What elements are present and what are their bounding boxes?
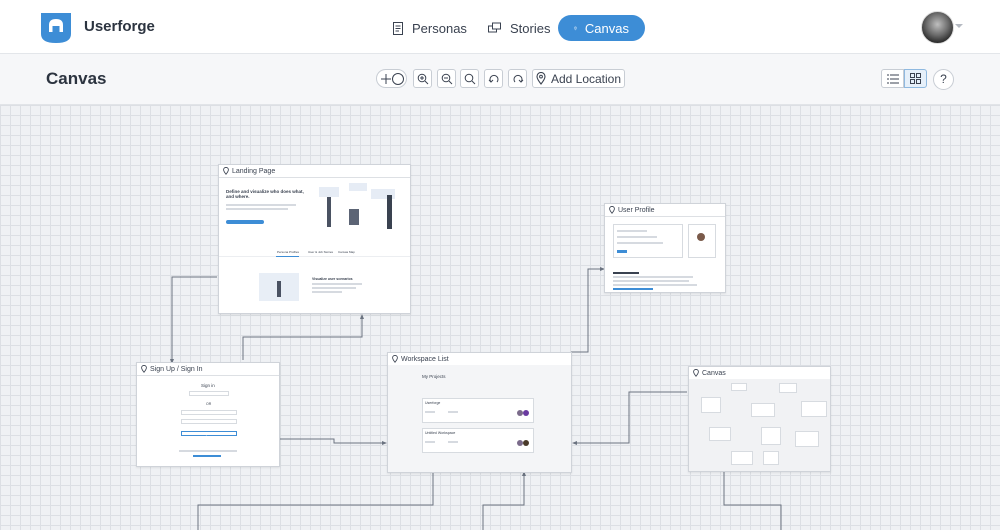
workspace-list-preview: My Projects Userforge Untitled Workspace	[388, 365, 571, 472]
zoom-out-icon	[441, 73, 452, 84]
top-navigation: Userforge Personas Stories Canvas	[0, 0, 1000, 54]
zoom-in-button[interactable]	[413, 69, 432, 88]
zoom-fit-button[interactable]	[460, 69, 479, 88]
help-button[interactable]: ?	[933, 69, 954, 90]
nav-stories[interactable]: Stories	[488, 15, 550, 41]
project-name-1: Userforge	[425, 401, 441, 405]
app-name: Userforge	[84, 18, 155, 35]
add-location-button[interactable]: Add Location	[532, 69, 625, 88]
document-icon	[393, 21, 403, 35]
sign-up-preview: Sign in OR Sign In	[137, 375, 279, 466]
canvas-card[interactable]: Canvas	[688, 366, 831, 472]
sign-in-button-label: Sign In	[203, 431, 213, 436]
my-projects-heading: My Projects	[422, 374, 446, 379]
location-pin-icon	[609, 206, 615, 214]
user-profile-preview	[605, 216, 725, 292]
nav-canvas[interactable]: Canvas	[558, 15, 645, 41]
card-title: User Profile	[618, 206, 655, 214]
zoom-slider[interactable]	[376, 69, 407, 88]
zoom-in-icon	[417, 73, 428, 84]
landing-page-card[interactable]: Landing Page Define and visualize who do…	[218, 164, 411, 314]
landing-feature-text: Visualize user scenarios	[312, 277, 353, 281]
location-pin-icon	[693, 369, 699, 377]
workspace-list-card[interactable]: Workspace List My Projects Userforge Unt…	[387, 352, 572, 473]
list-icon	[886, 74, 899, 83]
landing-headline: Define and visualize who does what, and …	[226, 189, 304, 199]
user-avatar[interactable]	[921, 11, 954, 44]
landing-tab-3: Canvas Map	[338, 250, 355, 254]
page-title: Canvas	[46, 69, 107, 88]
undo-button[interactable]	[484, 69, 503, 88]
grid-icon	[910, 73, 921, 84]
card-title: Landing Page	[232, 167, 276, 175]
or-divider: OR	[206, 402, 212, 406]
add-location-label: Add Location	[550, 71, 622, 86]
canvas-grid[interactable]: Landing Page Define and visualize who do…	[0, 105, 1000, 530]
nav-canvas-label: Canvas	[584, 20, 629, 36]
card-title: Canvas	[702, 369, 726, 377]
search-icon	[464, 73, 475, 84]
nav-personas-label: Personas	[412, 20, 467, 36]
landing-tab-1: Persona Profiles	[277, 250, 300, 254]
sign-in-heading: Sign in	[201, 383, 215, 388]
zoom-out-button[interactable]	[437, 69, 456, 88]
redo-button[interactable]	[508, 69, 527, 88]
canvas-toolbar: Canvas Add Location	[0, 54, 1000, 105]
location-pin-icon	[392, 355, 398, 363]
sign-up-card[interactable]: Sign Up / Sign In Sign in OR Sign In	[136, 362, 280, 467]
nav-stories-label: Stories	[510, 20, 551, 36]
grid-view-button[interactable]	[904, 69, 927, 88]
canvas-preview	[689, 379, 830, 471]
location-pin-icon	[141, 365, 147, 373]
nav-personas[interactable]: Personas	[392, 15, 467, 41]
stack-icon	[488, 22, 501, 33]
landing-tab-2: User & Job Stories	[308, 250, 334, 254]
cta-button	[226, 220, 264, 224]
location-pin-icon	[536, 72, 546, 85]
chevron-down-icon[interactable]	[955, 24, 963, 28]
list-view-button[interactable]	[881, 69, 904, 88]
card-title: Sign Up / Sign In	[150, 365, 203, 373]
location-pin-icon	[574, 26, 577, 30]
redo-icon	[513, 74, 523, 83]
landing-page-preview: Define and visualize who does what, and …	[219, 177, 410, 313]
move-icon	[380, 72, 404, 85]
location-pin-icon	[223, 167, 229, 175]
user-profile-card[interactable]: User Profile	[604, 203, 726, 293]
userforge-logo[interactable]	[40, 12, 72, 44]
card-title: Workspace List	[401, 355, 449, 363]
undo-icon	[488, 74, 498, 83]
project-name-2: Untitled Workspace	[425, 431, 456, 435]
